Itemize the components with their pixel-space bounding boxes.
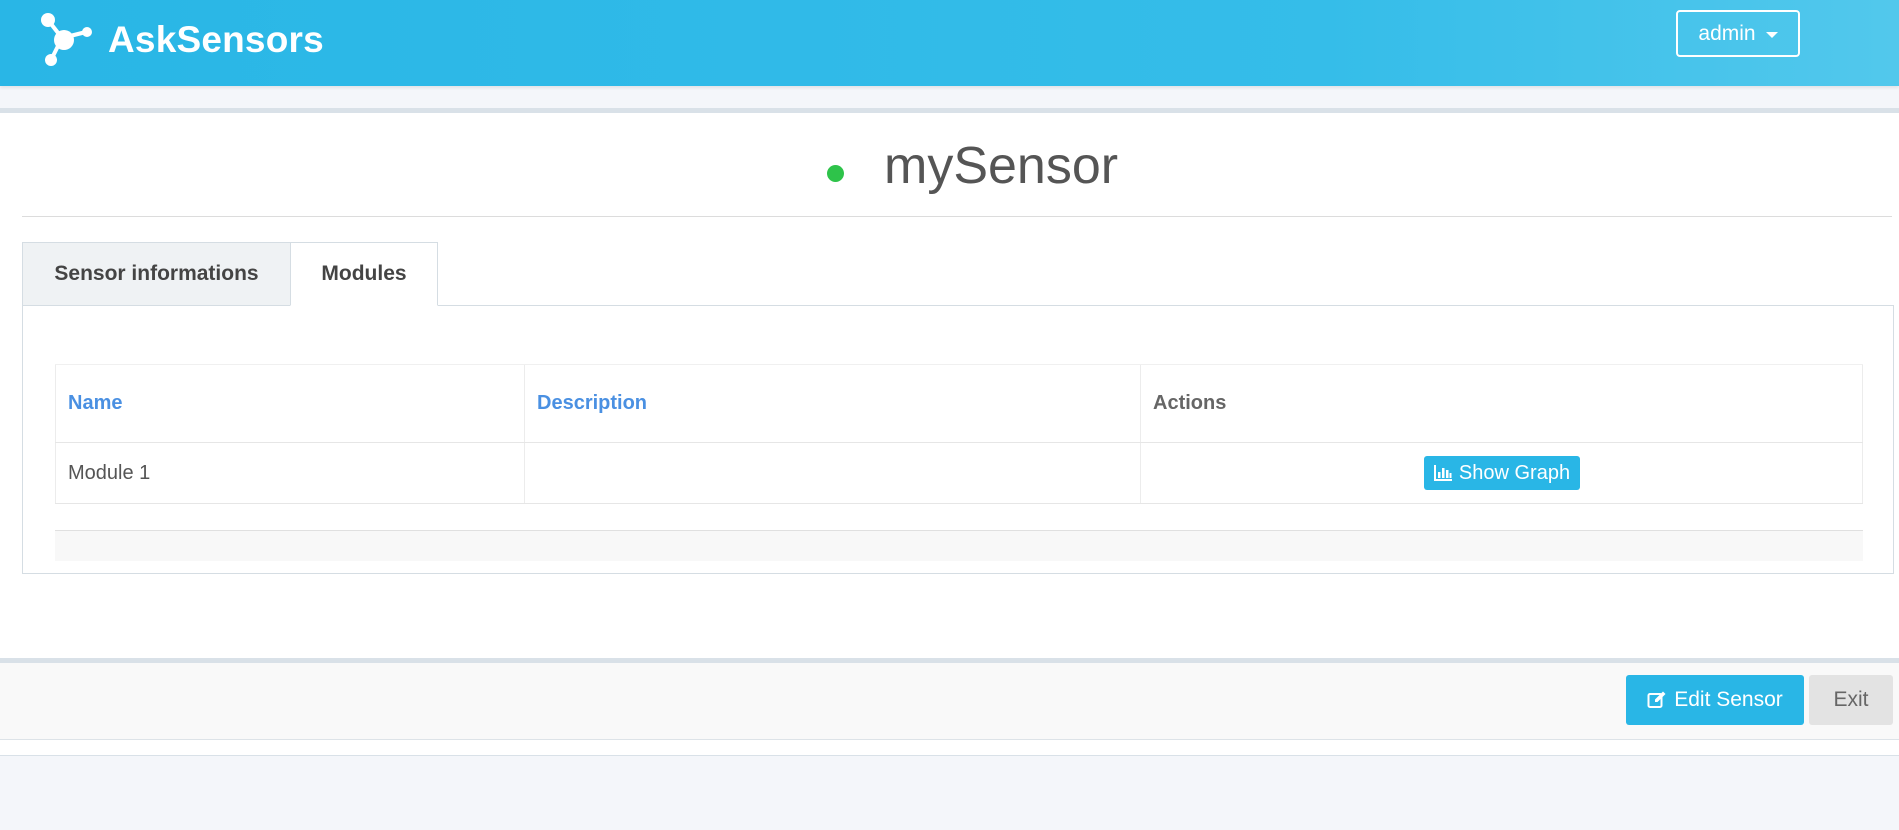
column-header-label[interactable]: Name — [68, 392, 122, 415]
brand[interactable]: AskSensors — [34, 8, 324, 72]
sensor-panel: mySensor Sensor informations Modules Nam… — [0, 108, 1899, 756]
column-header-description[interactable]: Description — [525, 365, 1141, 442]
column-header-label: Actions — [1153, 392, 1227, 414]
cell-module-name: Module 1 — [55, 443, 525, 503]
show-graph-button[interactable]: Show Graph — [1423, 456, 1580, 490]
edit-icon — [1647, 691, 1666, 708]
modules-tab-content: Name Description Actions Module 1 Show G… — [22, 305, 1894, 574]
table-row: Module 1 Show Graph — [55, 443, 1863, 504]
sensor-header: mySensor — [22, 113, 1892, 217]
cell-module-description — [525, 443, 1141, 503]
show-graph-label: Show Graph — [1458, 461, 1571, 484]
column-header-name[interactable]: Name — [55, 365, 525, 442]
table-footer — [55, 531, 1863, 561]
molecule-logo-icon — [41, 13, 92, 66]
status-dot-icon — [827, 165, 844, 182]
cell-module-actions: Show Graph — [1141, 443, 1863, 503]
bar-chart-icon — [1433, 465, 1452, 481]
brand-name: AskSensors — [108, 19, 324, 60]
top-navbar: AskSensors admin — [0, 0, 1899, 86]
column-header-actions: Actions — [1141, 365, 1863, 442]
caret-down-icon — [1765, 31, 1778, 38]
modules-table: Name Description Actions Module 1 Show G… — [55, 364, 1863, 561]
user-menu-button[interactable]: admin — [1676, 10, 1800, 57]
table-header-row: Name Description Actions — [55, 364, 1863, 443]
column-header-label[interactable]: Description — [537, 392, 647, 415]
edit-sensor-button[interactable]: Edit Sensor — [1626, 675, 1804, 725]
user-menu-label: admin — [1698, 21, 1756, 45]
tab-modules[interactable]: Modules — [290, 242, 438, 306]
sensor-title: mySensor — [884, 137, 1119, 195]
exit-button[interactable]: Exit — [1809, 675, 1893, 725]
panel-footer: Edit Sensor Exit — [0, 658, 1899, 740]
table-footer-spacer — [55, 504, 1863, 531]
tab-sensor-informations[interactable]: Sensor informations — [22, 242, 290, 306]
edit-sensor-label: Edit Sensor — [1674, 688, 1783, 711]
